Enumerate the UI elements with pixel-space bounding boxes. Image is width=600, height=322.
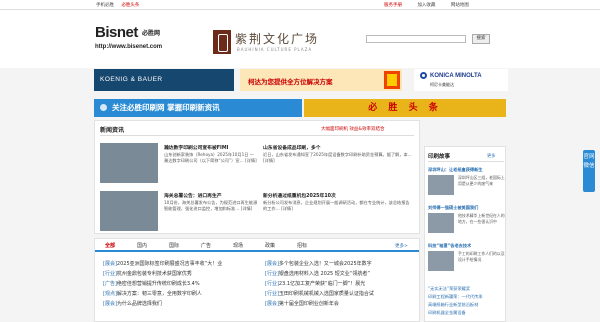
- list-item[interactable]: [展会]第十届全国印刷业创新年会: [265, 299, 415, 309]
- list-item[interactable]: [行业]玉田印刷机械机械入选国家质量认证指合试: [265, 289, 415, 299]
- news-item[interactable]: 海关总署公告：进口再生产 10月份，海关总署发布公告，为规范进口再生能源智能管理…: [100, 191, 258, 235]
- tab-ads[interactable]: 广告: [201, 242, 211, 249]
- konica-title: KONICA MINOLTA: [430, 73, 482, 79]
- tab-onsite[interactable]: 现场: [233, 242, 243, 249]
- follow-banner[interactable]: 关注必胜印刷网 掌握印刷新资讯: [94, 99, 302, 117]
- story-item[interactable]: 科技“袖罩”告老去技术 手工的印刷工作人们的以及设计手绘情况: [428, 243, 506, 271]
- wechat-float-button[interactable]: 官网微信: [583, 150, 595, 192]
- news-title[interactable]: 瀚达数字印刷公司宣布被FIMI: [164, 144, 258, 151]
- list-item[interactable]: [广告]绝密佳想营销提升传统印刷成长3.4%: [103, 279, 253, 289]
- news-desc: 新分析公司发布消息，企业规划开展一般调研活动，都在专业统计，该总结报告的工作… …: [263, 200, 410, 211]
- headline-banner[interactable]: 必 胜 头 条: [304, 99, 506, 117]
- konica-logo-icon: [420, 72, 427, 79]
- top-links-left: 手机必胜 必胜头条: [96, 2, 145, 8]
- kodak-logo-icon: [384, 71, 400, 89]
- story-title[interactable]: 深圳坪山：让老纸盒获得新生: [428, 167, 506, 173]
- story-desc: 他技术精华上新世纪在人的地方，在一些很认识中: [458, 213, 505, 224]
- story-title[interactable]: 科技“袖罩”告老去技术: [428, 243, 506, 249]
- story-thumbnail[interactable]: [428, 213, 454, 233]
- news-item[interactable]: 新分析通过纸重机包2025年10次 新分析公司发布消息，企业规划开展一般调研活动…: [263, 191, 421, 235]
- news-desc: 近日，山东省发布通知宣了2025年度设备数字印刷补助资金预算。据了解，本… [详…: [263, 152, 412, 163]
- news-desc: 10月份，海关总署发布公告，为规范进口再生能源智能管理，强化进口监控，增加和标准…: [164, 200, 258, 211]
- logo-url: http://www.bisenet.com: [95, 44, 163, 50]
- news-ad-link[interactable]: 大幅面印刷机 效益&效率双结合: [321, 126, 384, 132]
- bauhinia-subtitle: BAUHINIA CULTURE PLAZA: [237, 47, 313, 52]
- top-links-right: 服务手册 加入收藏 网站地图: [384, 2, 483, 8]
- side-more-link[interactable]: 更多: [487, 153, 495, 159]
- tab-tender[interactable]: 招标: [297, 242, 307, 249]
- news-panel: 新闻资讯 大幅面印刷机 效益&效率双结合 瀚达数字印刷公司宣布被FIMI 山东创…: [94, 120, 420, 234]
- side-link[interactable]: “无实无法”荣获荣耀奖: [428, 285, 506, 293]
- tabs-more-link[interactable]: 更多>: [395, 243, 408, 249]
- headline-link[interactable]: 必胜头条: [121, 3, 139, 8]
- news-thumbnail[interactable]: [100, 191, 158, 231]
- side-links: “无实无法”荣获荣耀奖 印刷工程新疆荣：一代代传承 高端纸箱行业新型前沿板材 印…: [428, 285, 506, 317]
- story-item[interactable]: 刘师傅一强硕士被美国我们 他技术精华上新世纪在人的地方，在一些很认识中: [428, 205, 506, 233]
- ad-kodak-text: 柯达为您提供全方位解决方案: [248, 78, 333, 86]
- search-button[interactable]: 搜索: [472, 34, 490, 44]
- list-item[interactable]: [展会]2025亚洲国际标签印刷展盛况吉事丰收“大！业: [103, 259, 253, 269]
- story-item[interactable]: 深圳坪山：让老纸盒获得新生 深圳坪山区三组，老国际上用是从更少的废气来: [428, 167, 506, 195]
- logo-text: Bisnet: [95, 24, 138, 41]
- site-header: Bisnet 必胜网 http://www.bisenet.com 紫荆文化广场…: [0, 10, 600, 68]
- site-map-link[interactable]: 网站地图: [451, 3, 469, 8]
- news-list-left: [展会]2025亚洲国际标签印刷展盛况吉事丰收“大！业 [行业]杭州金鼎包装专利…: [103, 259, 253, 309]
- list-item[interactable]: [观点]解决方案：韧三零意，全用数字印刷人: [103, 289, 253, 299]
- news-list-right: [展会]多个包装企业入选！又一城会2025年数字 [行业]银盘选用材料入选 20…: [265, 259, 415, 309]
- list-item[interactable]: [展会]为什么品牌选择我们: [103, 299, 253, 309]
- mobile-link[interactable]: 手机必胜: [96, 3, 114, 8]
- story-title[interactable]: 刘师傅一强硕士被美国我们: [428, 205, 506, 211]
- list-item[interactable]: [行业]23.1亿加工复产荣获“临门一脚”！晨光: [265, 279, 415, 289]
- news-item[interactable]: 瀚达数字印刷公司宣布被FIMI 山东创新家装饰（Rehoya）2025年10月1…: [100, 143, 258, 187]
- tab-domestic[interactable]: 国内: [137, 242, 147, 249]
- bauhinia-title: 紫荆文化广场: [235, 32, 320, 46]
- tab-policy[interactable]: 政策: [265, 242, 275, 249]
- tab-all[interactable]: 全部: [105, 242, 115, 249]
- news-title[interactable]: 新分析通过纸重机包2025年10次: [263, 192, 357, 199]
- search-input[interactable]: [366, 35, 466, 43]
- side-link[interactable]: 高端纸箱行业新型前沿板材: [428, 301, 506, 309]
- print-stories-panel: 印刷故事 更多 深圳坪山：让老纸盒获得新生 深圳坪山区三组，老国际上用是从更少的…: [424, 146, 506, 322]
- list-item[interactable]: [展会]多个包装企业入选！又一城会2025年数字: [265, 259, 415, 269]
- site-logo[interactable]: Bisnet 必胜网 http://www.bisenet.com: [95, 24, 165, 60]
- divider: [100, 135, 414, 136]
- news-desc: 山东创新家装饰（Rehoya）2025年10月1日 — 瀚达数字印刷公司（以下简…: [164, 152, 257, 163]
- news-item[interactable]: 山东省设备成品印刷，多个 近日，山东省发布通知宣了2025年度设备数字印刷补助资…: [263, 143, 421, 187]
- news-thumbnail[interactable]: [100, 143, 158, 183]
- add-favorite-link[interactable]: 加入收藏: [417, 3, 435, 8]
- story-thumbnail[interactable]: [428, 251, 454, 271]
- side-heading: 印刷故事: [428, 154, 451, 160]
- ad-koenig-bauer[interactable]: KOENIG & BAUER: [94, 69, 234, 91]
- service-manual-link[interactable]: 服务手册: [384, 3, 402, 8]
- tab-international[interactable]: 国际: [169, 242, 179, 249]
- category-tabs-panel: 全部 国内 国际 广告 现场 政策 招标 更多> [展会]2025亚洲国际标签印…: [94, 238, 420, 322]
- tab-bar: 全部 国内 国际 广告 现场 政策 招标 更多>: [95, 239, 419, 252]
- news-heading: 新闻资讯: [100, 127, 125, 134]
- bauhinia-logo-icon: [213, 30, 231, 54]
- side-link[interactable]: 印刷机器全金属设备: [428, 309, 506, 317]
- list-item[interactable]: [行业]银盘选用材料入选 2025 短文业“领航者”: [265, 269, 415, 279]
- news-title[interactable]: 海关总署公告：进口再生产: [164, 192, 258, 199]
- list-item[interactable]: [行业]杭州金鼎包装专利技术获国家优秀: [103, 269, 253, 279]
- logo-cn: 必胜网: [142, 30, 161, 37]
- ad-row: KOENIG & BAUER 柯达为您提供全方位解决方案 KONICA MINO…: [94, 69, 508, 91]
- ad-konica-minolta[interactable]: KONICA MINOLTA 柯尼卡美能达: [414, 69, 508, 91]
- story-thumbnail[interactable]: [428, 175, 454, 195]
- bauhinia-plaza-banner[interactable]: 紫荆文化广场 BAUHINIA CULTURE PLAZA: [213, 30, 337, 58]
- top-bar: 手机必胜 必胜头条 服务手册 加入收藏 网站地图: [0, 0, 600, 10]
- ad-kodak[interactable]: 柯达为您提供全方位解决方案: [240, 69, 402, 91]
- divider: [428, 161, 504, 162]
- konica-subtitle: 柯尼卡美能达: [430, 82, 454, 87]
- news-title[interactable]: 山东省设备成品印刷，多个: [263, 144, 357, 151]
- story-desc: 深圳坪山区三组，老国际上用是从更少的废气来: [458, 175, 505, 186]
- story-desc: 手工的印刷工作人们的以及设计手绘情况: [458, 251, 505, 262]
- side-link[interactable]: 印刷工程新疆荣：一代代传承: [428, 293, 506, 301]
